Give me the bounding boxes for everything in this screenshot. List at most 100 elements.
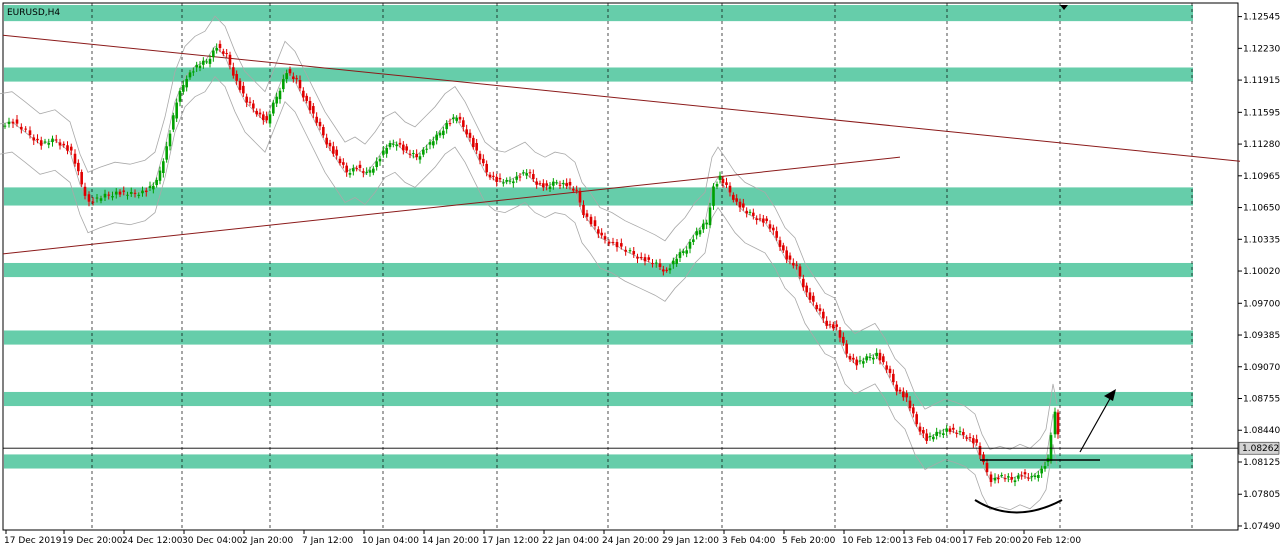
candle-body xyxy=(792,262,795,266)
candle-body xyxy=(392,143,395,145)
candle-body xyxy=(188,72,192,78)
candle-body xyxy=(620,243,623,247)
candle-body xyxy=(262,114,265,121)
y-tick-label: 1.07490 xyxy=(1243,522,1280,532)
candle-body xyxy=(538,183,542,185)
candle-body xyxy=(3,125,7,127)
x-tick-label: 10 Feb 12:00 xyxy=(842,536,901,546)
candle-body xyxy=(828,324,832,326)
candle-body xyxy=(768,224,772,229)
candle-body xyxy=(765,218,768,222)
candle-body xyxy=(1053,411,1057,435)
candle-body xyxy=(412,153,415,155)
candle-body xyxy=(1043,466,1047,469)
candle-body xyxy=(245,96,248,103)
candle-body xyxy=(600,232,603,236)
candle-body xyxy=(458,116,462,120)
candle-body xyxy=(742,203,745,208)
y-tick-label: 1.10965 xyxy=(1243,172,1280,182)
candle-body xyxy=(422,149,425,155)
candle-body xyxy=(28,130,32,136)
candle-body xyxy=(298,79,302,89)
candle-body xyxy=(498,177,502,180)
candle-body xyxy=(11,121,15,124)
candle-body xyxy=(888,368,892,374)
candle-body xyxy=(672,260,675,265)
candle-body xyxy=(578,190,582,203)
candle-body xyxy=(915,414,918,425)
x-tick-label: 10 Jan 04:00 xyxy=(362,536,419,546)
candle-body xyxy=(352,168,355,172)
candle-body xyxy=(872,357,875,360)
candle-body xyxy=(562,182,565,184)
candle-body xyxy=(882,356,885,363)
candle-body xyxy=(232,67,235,76)
candle-body xyxy=(318,121,322,127)
candle-body xyxy=(848,356,852,360)
candle-body xyxy=(1040,468,1043,474)
candle-body xyxy=(43,141,47,143)
candle-body xyxy=(808,292,812,300)
candle-body xyxy=(58,142,62,146)
candle-body xyxy=(402,144,405,151)
candle-body xyxy=(755,218,758,221)
candle-body xyxy=(482,158,485,164)
x-tick-label: 20 Feb 12:00 xyxy=(1022,536,1081,546)
candle-body xyxy=(54,139,58,141)
eurusd-h4-chart: 1.12545 1.12230 1.11915 1.11595 1.11280 1.109… xyxy=(0,2,1280,546)
candle-body xyxy=(868,357,872,359)
candle-body xyxy=(452,117,455,120)
candle-body xyxy=(162,161,165,174)
candle-body xyxy=(111,196,114,198)
candle-body xyxy=(545,183,548,186)
candle-body xyxy=(675,258,678,264)
candle-body xyxy=(24,128,27,130)
candle-body xyxy=(525,173,528,176)
candle-body xyxy=(438,132,442,136)
candle-body xyxy=(288,69,292,74)
y-tick-label: 1.09700 xyxy=(1243,299,1280,309)
candle-body xyxy=(1030,476,1033,478)
x-tick-label: 29 Jan 12:00 xyxy=(662,536,719,546)
candle-body xyxy=(95,197,99,199)
candle-body xyxy=(302,90,305,98)
candle-body xyxy=(702,223,705,230)
candle-body xyxy=(698,230,702,235)
candle-body xyxy=(225,53,228,55)
candle-body xyxy=(91,201,95,203)
candle-body xyxy=(682,251,685,253)
candle-body xyxy=(695,231,698,236)
candle-body xyxy=(922,430,925,434)
candle-body xyxy=(205,61,208,63)
candle-body xyxy=(198,65,202,69)
candle-body xyxy=(862,361,865,364)
x-tick-label: 5 Feb 20:00 xyxy=(782,536,836,546)
candle-body xyxy=(122,190,126,192)
candle-body xyxy=(838,330,842,338)
candle-body xyxy=(168,133,172,147)
candle-body xyxy=(958,431,962,433)
candle-body xyxy=(485,163,488,173)
candle-body xyxy=(7,121,11,125)
candle-body xyxy=(902,391,905,398)
candle-body xyxy=(272,102,275,114)
candle-body xyxy=(415,153,418,158)
candle-body xyxy=(708,207,712,226)
candle xyxy=(80,169,83,187)
chart-container: 1.12545 1.12230 1.11915 1.11595 1.11280 1.109… xyxy=(0,0,1280,551)
candle-body xyxy=(335,149,338,156)
candle-body xyxy=(942,433,945,436)
candle-body xyxy=(465,129,468,135)
candle-body xyxy=(508,180,512,182)
candle-body xyxy=(928,436,932,438)
candle-body xyxy=(478,153,482,160)
candle-body xyxy=(358,164,362,168)
candle-body xyxy=(732,194,735,200)
candle-body xyxy=(654,262,658,264)
y-tick-label: 1.11280 xyxy=(1243,140,1280,150)
candle-body xyxy=(99,198,103,201)
candle-body xyxy=(195,64,198,68)
candle xyxy=(172,112,175,133)
candle-body xyxy=(255,110,258,115)
y-tick-label: 1.08125 xyxy=(1243,458,1280,468)
